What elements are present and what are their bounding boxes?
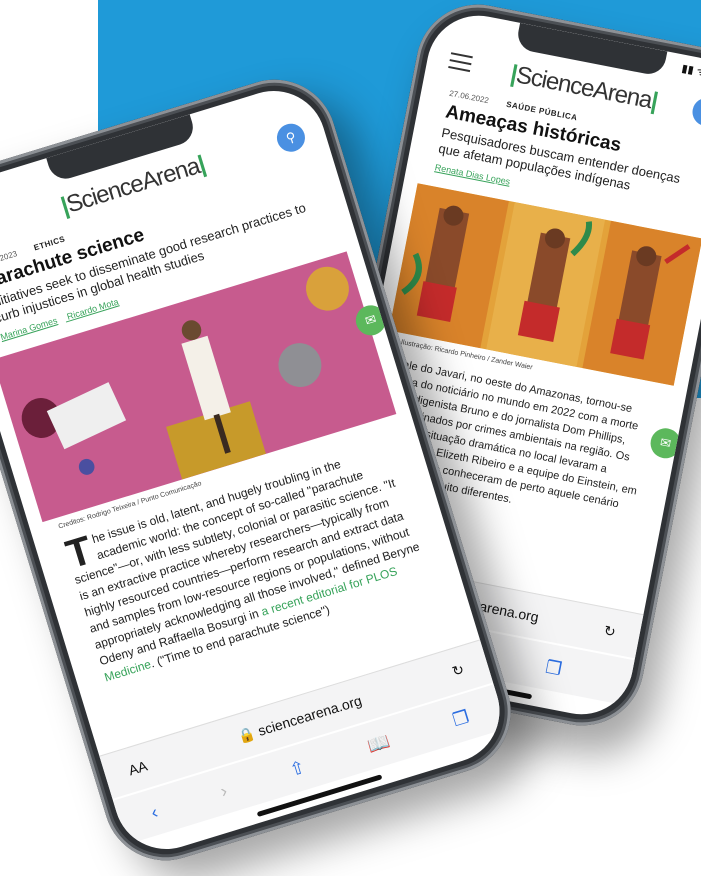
text-size-button[interactable]: AA [127, 758, 150, 779]
reload-icon[interactable]: ↻ [602, 622, 618, 641]
forward-icon[interactable]: › [218, 780, 230, 802]
tabs-icon[interactable]: ❐ [450, 706, 472, 731]
lock-icon: 🔒 [235, 724, 257, 745]
tabs-icon[interactable]: ❐ [544, 656, 564, 680]
share-icon[interactable]: ⇧ [287, 756, 308, 780]
reload-icon[interactable]: ↻ [450, 660, 466, 680]
back-icon[interactable]: ‹ [148, 801, 160, 823]
bookmarks-icon[interactable]: 📖 [365, 730, 393, 757]
